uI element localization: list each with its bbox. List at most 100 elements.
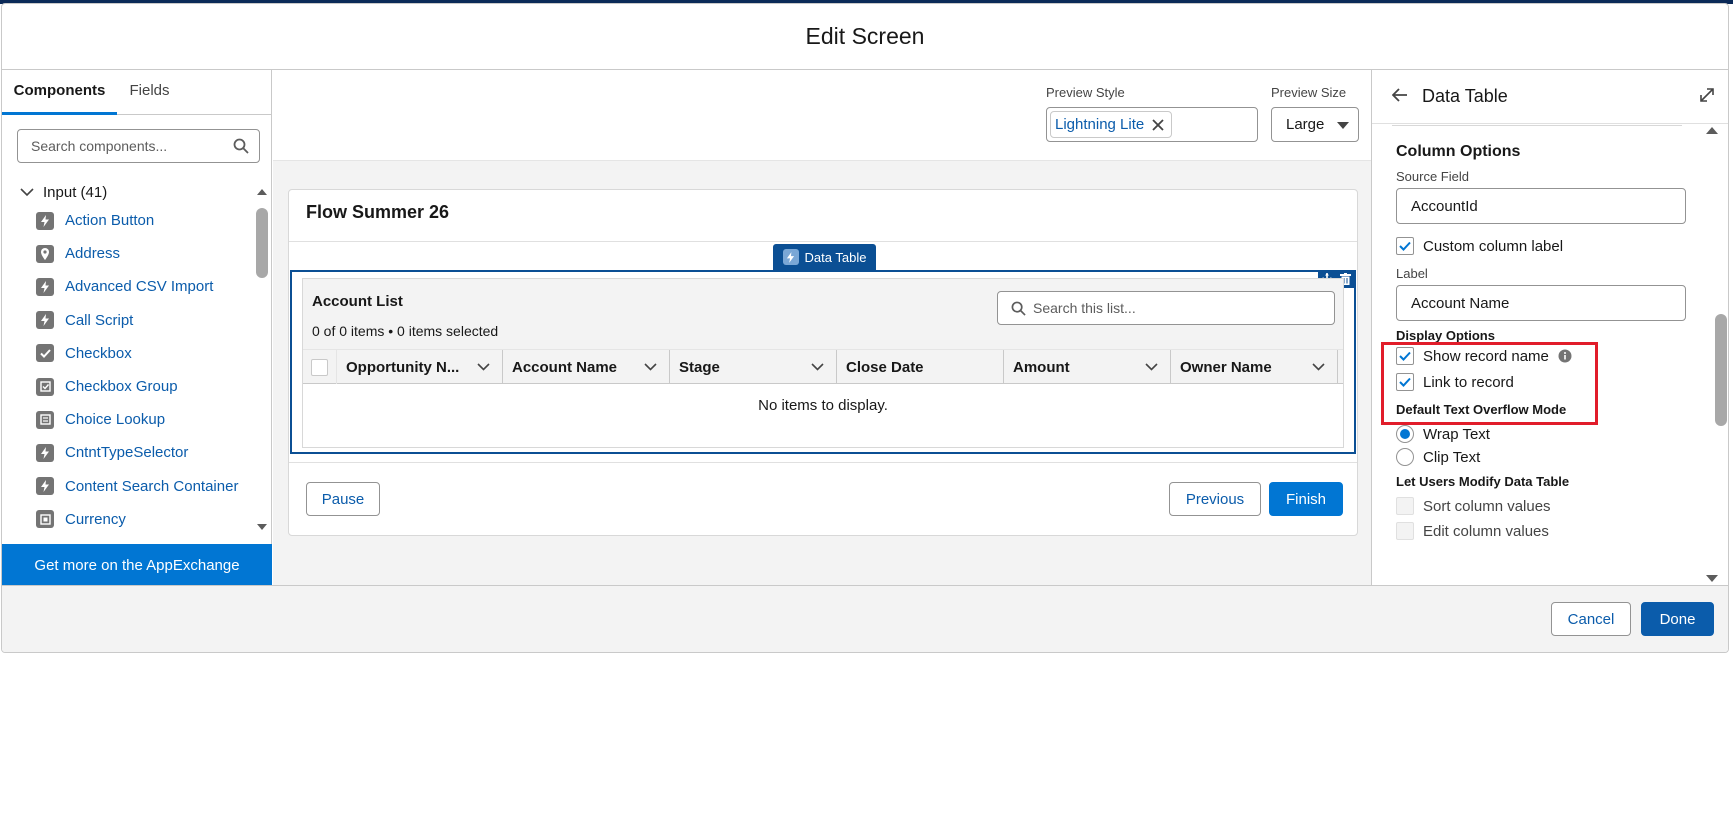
flow-screen-card: Flow Summer 26 Data Table Account List 0… xyxy=(288,189,1358,536)
checkbox-box xyxy=(1396,497,1414,515)
divider xyxy=(289,462,1357,463)
radio-button xyxy=(1396,448,1414,466)
component-search-input[interactable] xyxy=(18,130,223,162)
data-table-header: Account List 0 of 0 items • 0 items sele… xyxy=(303,279,1343,349)
column-label: Close Date xyxy=(846,358,924,376)
expand-icon[interactable] xyxy=(1699,87,1715,103)
tab-components[interactable]: Components xyxy=(2,70,117,115)
preview-style-label: Preview Style xyxy=(1046,85,1125,100)
search-icon xyxy=(233,138,249,154)
component-item[interactable]: Call Script xyxy=(36,304,246,337)
component-label: CntntTypeSelector xyxy=(65,444,189,462)
edit-screen-modal: Edit Screen Components Fields Input (41)… xyxy=(1,3,1729,653)
component-item[interactable]: Currency xyxy=(36,503,246,536)
wrap-text-radio[interactable]: Wrap Text xyxy=(1396,424,1490,444)
checkbox-icon xyxy=(36,344,54,363)
link-to-record-checkbox[interactable]: Link to record xyxy=(1396,372,1514,392)
chevron-down-icon xyxy=(20,188,34,197)
currency-icon xyxy=(36,510,54,529)
custom-label-text: Custom column label xyxy=(1423,237,1564,255)
chevron-down-icon[interactable] xyxy=(1145,363,1158,371)
cancel-button[interactable]: Cancel xyxy=(1551,602,1631,636)
input-group-toggle[interactable]: Input (41) xyxy=(20,182,107,202)
data-table-title: Account List xyxy=(312,293,403,310)
caret-down-icon xyxy=(1337,122,1349,129)
close-icon[interactable] xyxy=(1151,118,1165,132)
clip-text-label: Clip Text xyxy=(1423,448,1481,466)
component-item[interactable]: Checkbox Group xyxy=(36,370,246,403)
location-icon xyxy=(36,244,54,263)
label-field-input[interactable] xyxy=(1396,285,1686,321)
link-to-record-text: Link to record xyxy=(1423,373,1514,391)
component-label: Currency xyxy=(65,510,126,528)
component-item[interactable]: Checkbox xyxy=(36,337,246,370)
checkbox-box xyxy=(1396,237,1414,255)
back-arrow-icon[interactable] xyxy=(1392,88,1408,102)
properties-header: Data Table xyxy=(1372,70,1728,124)
sort-values-checkbox[interactable]: Sort column values xyxy=(1396,496,1551,516)
lightning-icon xyxy=(36,477,54,496)
scroll-thumb[interactable] xyxy=(256,208,268,278)
divider xyxy=(289,241,1357,242)
checkbox-box xyxy=(311,358,328,376)
info-icon[interactable] xyxy=(1558,349,1572,363)
edit-values-label: Edit column values xyxy=(1423,522,1549,540)
component-item[interactable]: CntntTypeSelector xyxy=(36,436,246,469)
column-header[interactable]: Owner Name xyxy=(1171,350,1338,384)
clip-text-radio[interactable]: Clip Text xyxy=(1396,447,1480,467)
preview-size-select[interactable]: Large xyxy=(1271,107,1359,142)
column-header[interactable]: Close Date xyxy=(837,350,1004,384)
preview-style-field[interactable]: Lightning Lite xyxy=(1046,107,1258,142)
properties-body: Column Options Source Field Custom colum… xyxy=(1372,124,1702,585)
checkbox-box xyxy=(1396,522,1414,540)
tab-fields[interactable]: Fields xyxy=(117,70,182,115)
table-search-input[interactable] xyxy=(1033,292,1328,324)
preview-toolbar: Preview Style Lightning Lite Preview Siz… xyxy=(273,70,1371,161)
custom-label-checkbox[interactable]: Custom column label xyxy=(1396,236,1563,256)
chevron-down-icon[interactable] xyxy=(811,363,824,371)
chevron-down-icon[interactable] xyxy=(1312,363,1325,371)
scroll-thumb[interactable] xyxy=(1715,314,1727,426)
edit-values-checkbox[interactable]: Edit column values xyxy=(1396,521,1549,541)
component-item[interactable]: Advanced CSV Import xyxy=(36,270,246,303)
radio-button xyxy=(1396,425,1414,443)
component-label: Content Search Container xyxy=(65,477,239,495)
show-record-name-checkbox[interactable]: Show record name xyxy=(1396,346,1572,366)
source-field-input[interactable] xyxy=(1396,188,1686,224)
component-label: Address xyxy=(65,245,121,263)
component-label: Choice Lookup xyxy=(65,411,166,429)
column-header[interactable]: Amount xyxy=(1004,350,1171,384)
appexchange-button[interactable]: Get more on the AppExchange xyxy=(2,544,272,586)
component-item[interactable]: Choice Lookup xyxy=(36,403,246,436)
table-search xyxy=(997,291,1335,325)
selected-data-table[interactable]: Account List 0 of 0 items • 0 items sele… xyxy=(290,270,1356,454)
divider xyxy=(1392,124,1682,126)
checkbox-box xyxy=(1396,373,1414,391)
column-header-row: Opportunity N... Account Name Stage Clos… xyxy=(303,349,1343,384)
overflow-mode-heading: Default Text Overflow Mode xyxy=(1396,402,1567,417)
column-header[interactable]: Stage xyxy=(670,350,837,384)
component-item[interactable]: Content Search Container xyxy=(36,470,246,503)
badge-label: Data Table xyxy=(804,249,867,265)
data-table-badge[interactable]: Data Table xyxy=(773,244,876,270)
lightning-icon xyxy=(36,211,54,230)
previous-button[interactable]: Previous xyxy=(1169,482,1261,516)
pause-button[interactable]: Pause xyxy=(306,482,380,516)
screen-canvas: Preview Style Lightning Lite Preview Siz… xyxy=(273,70,1371,585)
preview-size-value: Large xyxy=(1286,116,1325,133)
chevron-down-icon[interactable] xyxy=(644,363,657,371)
component-item[interactable]: Address xyxy=(36,237,246,270)
chevron-down-icon[interactable] xyxy=(477,363,490,371)
component-label: Action Button xyxy=(65,212,155,230)
column-header[interactable]: Opportunity N... xyxy=(337,350,503,384)
components-panel: Components Fields Input (41) Action Butt… xyxy=(2,70,272,586)
group-label: Input (41) xyxy=(43,183,108,201)
done-button[interactable]: Done xyxy=(1641,602,1714,636)
column-options-heading: Column Options xyxy=(1396,143,1521,160)
finish-button[interactable]: Finish xyxy=(1269,482,1343,516)
select-all-checkbox[interactable] xyxy=(303,350,337,384)
data-table-count: 0 of 0 items • 0 items selected xyxy=(312,323,499,339)
checkbox-group-icon xyxy=(36,377,54,396)
component-item[interactable]: Action Button xyxy=(36,204,246,237)
column-header[interactable]: Account Name xyxy=(503,350,670,384)
